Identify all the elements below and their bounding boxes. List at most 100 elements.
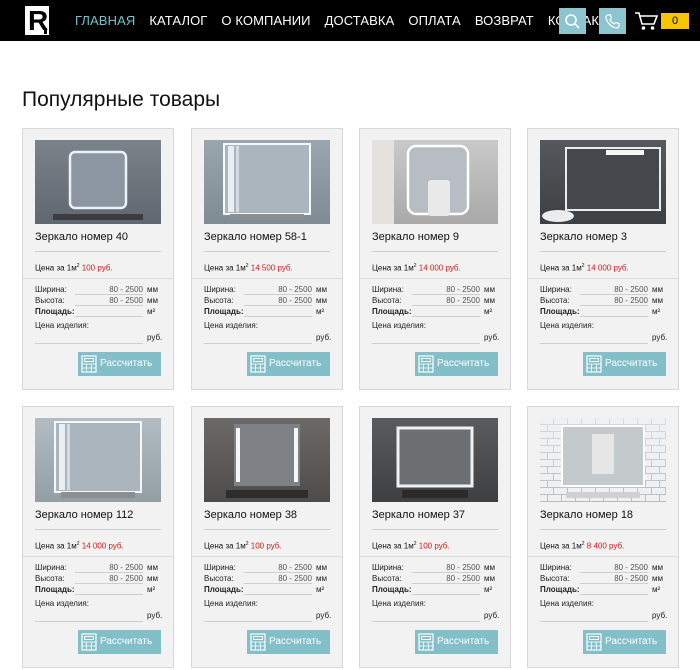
product-image[interactable] [204,418,330,502]
area-output [75,307,143,317]
calculate-button[interactable]: Рассчитать [78,352,161,376]
nav-item-5[interactable]: ВОЗВРАТ [475,13,534,28]
product-name[interactable]: Зеркало номер 3 [540,231,627,243]
height-row: Высота: 80 - 2500 мм [540,574,663,584]
width-input[interactable]: 80 - 2500 [75,563,143,573]
calculate-button[interactable]: Рассчитать [583,630,666,654]
calculator-icon [81,355,97,373]
width-input[interactable]: 80 - 2500 [580,563,648,573]
calculator-icon [586,355,602,373]
height-input[interactable]: 80 - 2500 [580,574,648,584]
product-card: Зеркало номер 58-1 Цена за 1м2 14 500 ру… [191,128,343,390]
product-image[interactable] [35,140,161,224]
width-input[interactable]: 80 - 2500 [244,563,312,573]
product-price: Цена за 1м2 14 500 руб. [204,263,293,273]
product-image[interactable] [204,140,330,224]
width-input[interactable]: 80 - 2500 [412,285,480,295]
width-input[interactable]: 80 - 2500 [244,285,312,295]
product-price-label-row: Цена изделия: [372,321,426,330]
height-input[interactable]: 80 - 2500 [412,574,480,584]
product-price-output-row: руб. [540,611,668,622]
product-price-label-row: Цена изделия: [372,599,426,608]
width-input[interactable]: 80 - 2500 [412,563,480,573]
product-name[interactable]: Зеркало номер 37 [372,509,465,521]
area-output [412,585,480,595]
product-price-label-row: Цена изделия: [35,599,89,608]
calculate-button[interactable]: Рассчитать [583,352,666,376]
product-price: Цена за 1м2 14 000 руб. [540,263,629,273]
height-row: Высота: 80 - 2500 мм [540,296,663,306]
product-name[interactable]: Зеркало номер 58-1 [204,231,307,243]
area-row: Площадь: м² [204,307,325,317]
width-row: Ширина: 80 - 2500 мм [204,285,327,295]
calculate-button[interactable]: Рассчитать [415,630,498,654]
area-output [412,307,480,317]
width-row: Ширина: 80 - 2500 мм [372,563,495,573]
height-input[interactable]: 80 - 2500 [75,574,143,584]
calculate-button[interactable]: Рассчитать [78,630,161,654]
product-image[interactable] [372,418,498,502]
cart-icon [635,12,659,30]
product-name[interactable]: Зеркало номер 112 [35,509,133,521]
area-output [244,307,312,317]
product-price: Цена за 1м2 100 руб. [204,541,282,551]
width-input[interactable]: 80 - 2500 [75,285,143,295]
product-price: Цена за 1м2 14 000 руб. [372,263,461,273]
product-card: Зеркало номер 37 Цена за 1м2 100 руб. Ши… [359,406,511,668]
calculator-icon [81,633,97,651]
height-input[interactable]: 80 - 2500 [244,296,312,306]
phone-icon [605,14,620,29]
page-title: Популярные товары [22,88,221,111]
calculator-icon [250,633,266,651]
calculate-button[interactable]: Рассчитать [247,630,330,654]
nav-item-4[interactable]: ОПЛАТА [408,13,460,28]
product-name[interactable]: Зеркало номер 18 [540,509,633,521]
product-name[interactable]: Зеркало номер 38 [204,509,297,521]
nav-item-1[interactable]: КАТАЛОГ [149,13,207,28]
product-image[interactable] [540,418,666,502]
height-row: Высота: 80 - 2500 мм [35,296,158,306]
phone-button[interactable] [599,8,626,34]
main-nav: ГЛАВНАЯ КАТАЛОГ О КОМПАНИИ ДОСТАВКА ОПЛАТА ВО… [75,0,633,41]
area-output [244,585,312,595]
height-input[interactable]: 80 - 2500 [580,296,648,306]
nav-item-2[interactable]: О КОМПАНИИ [221,13,310,28]
calculator-icon [250,355,266,373]
calculate-button[interactable]: Рассчитать [247,352,330,376]
cart-button[interactable] [634,10,660,32]
product-image[interactable] [540,140,666,224]
area-row: Площадь: м² [204,585,325,595]
area-row: Площадь: м² [540,307,661,317]
width-input[interactable]: 80 - 2500 [580,285,648,295]
height-input[interactable]: 80 - 2500 [412,296,480,306]
product-image[interactable] [35,418,161,502]
product-name[interactable]: Зеркало номер 40 [35,231,128,243]
area-row: Площадь: м² [35,307,156,317]
product-price-label-row: Цена изделия: [204,321,258,330]
product-price-output-row: руб. [35,333,163,344]
calculate-button-label: Рассчитать [437,636,490,647]
logo[interactable]: R [25,6,49,35]
product-image[interactable] [372,140,498,224]
product-card: Зеркало номер 40 Цена за 1м2 100 руб. Ши… [22,128,174,390]
product-price-label-row: Цена изделия: [540,321,594,330]
nav-item-0[interactable]: ГЛАВНАЯ [75,13,135,28]
nav-item-3[interactable]: ДОСТАВКА [325,13,395,28]
area-output [580,307,648,317]
product-price-output-row: руб. [372,611,500,622]
height-input[interactable]: 80 - 2500 [75,296,143,306]
area-output [75,585,143,595]
product-price: Цена за 1м2 100 руб. [35,263,113,273]
height-input[interactable]: 80 - 2500 [244,574,312,584]
product-name[interactable]: Зеркало номер 9 [372,231,459,243]
calculator-icon [418,355,434,373]
search-icon [565,14,580,29]
calculate-button-label: Рассчитать [437,358,490,369]
search-button[interactable] [559,8,586,34]
width-row: Ширина: 80 - 2500 мм [540,285,663,295]
width-row: Ширина: 80 - 2500 мм [372,285,495,295]
cart-count-badge[interactable]: 0 [661,13,689,29]
product-price-output-row: руб. [204,611,332,622]
calculate-button[interactable]: Рассчитать [415,352,498,376]
calculate-button-label: Рассчитать [269,358,322,369]
